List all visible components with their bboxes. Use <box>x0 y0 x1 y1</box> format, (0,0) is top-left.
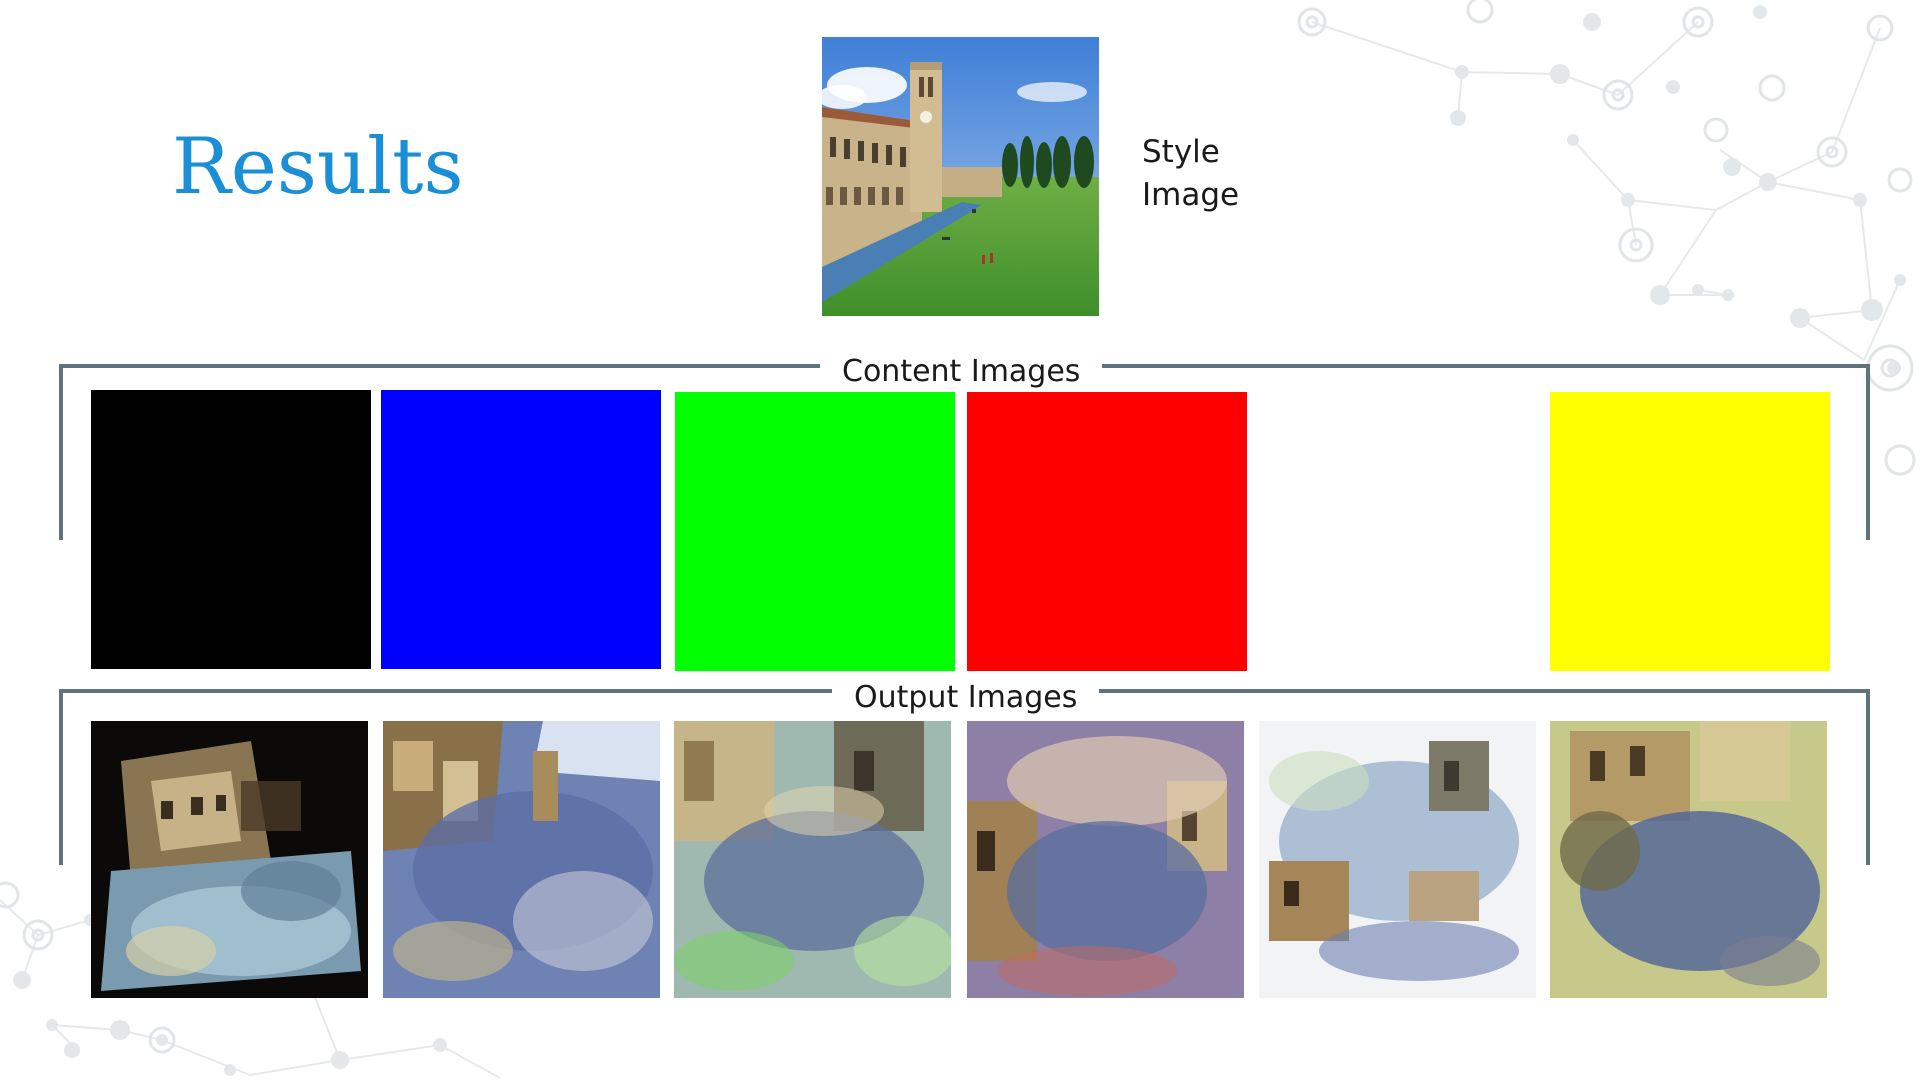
content-image-black <box>91 390 371 669</box>
output-image-1 <box>91 721 368 998</box>
output-image-6 <box>1550 721 1827 998</box>
content-images-label: Content Images <box>820 352 1103 392</box>
output-images-label: Output Images <box>832 678 1100 718</box>
output-image-3 <box>674 721 951 998</box>
content-image-red <box>967 392 1247 671</box>
output-image-2 <box>383 721 660 998</box>
content-image-blue <box>381 390 661 669</box>
slide-title: Results <box>172 122 464 212</box>
output-image-5 <box>1259 721 1536 998</box>
style-label-line1: Style <box>1142 134 1220 170</box>
output-image-4 <box>967 721 1244 998</box>
style-image <box>822 37 1099 316</box>
content-image-green <box>675 392 955 671</box>
style-label-line2: Image <box>1142 177 1240 213</box>
content-image-yellow <box>1550 392 1830 671</box>
style-image-label: Style Image <box>1142 131 1239 217</box>
content-image-white <box>1260 392 1540 671</box>
